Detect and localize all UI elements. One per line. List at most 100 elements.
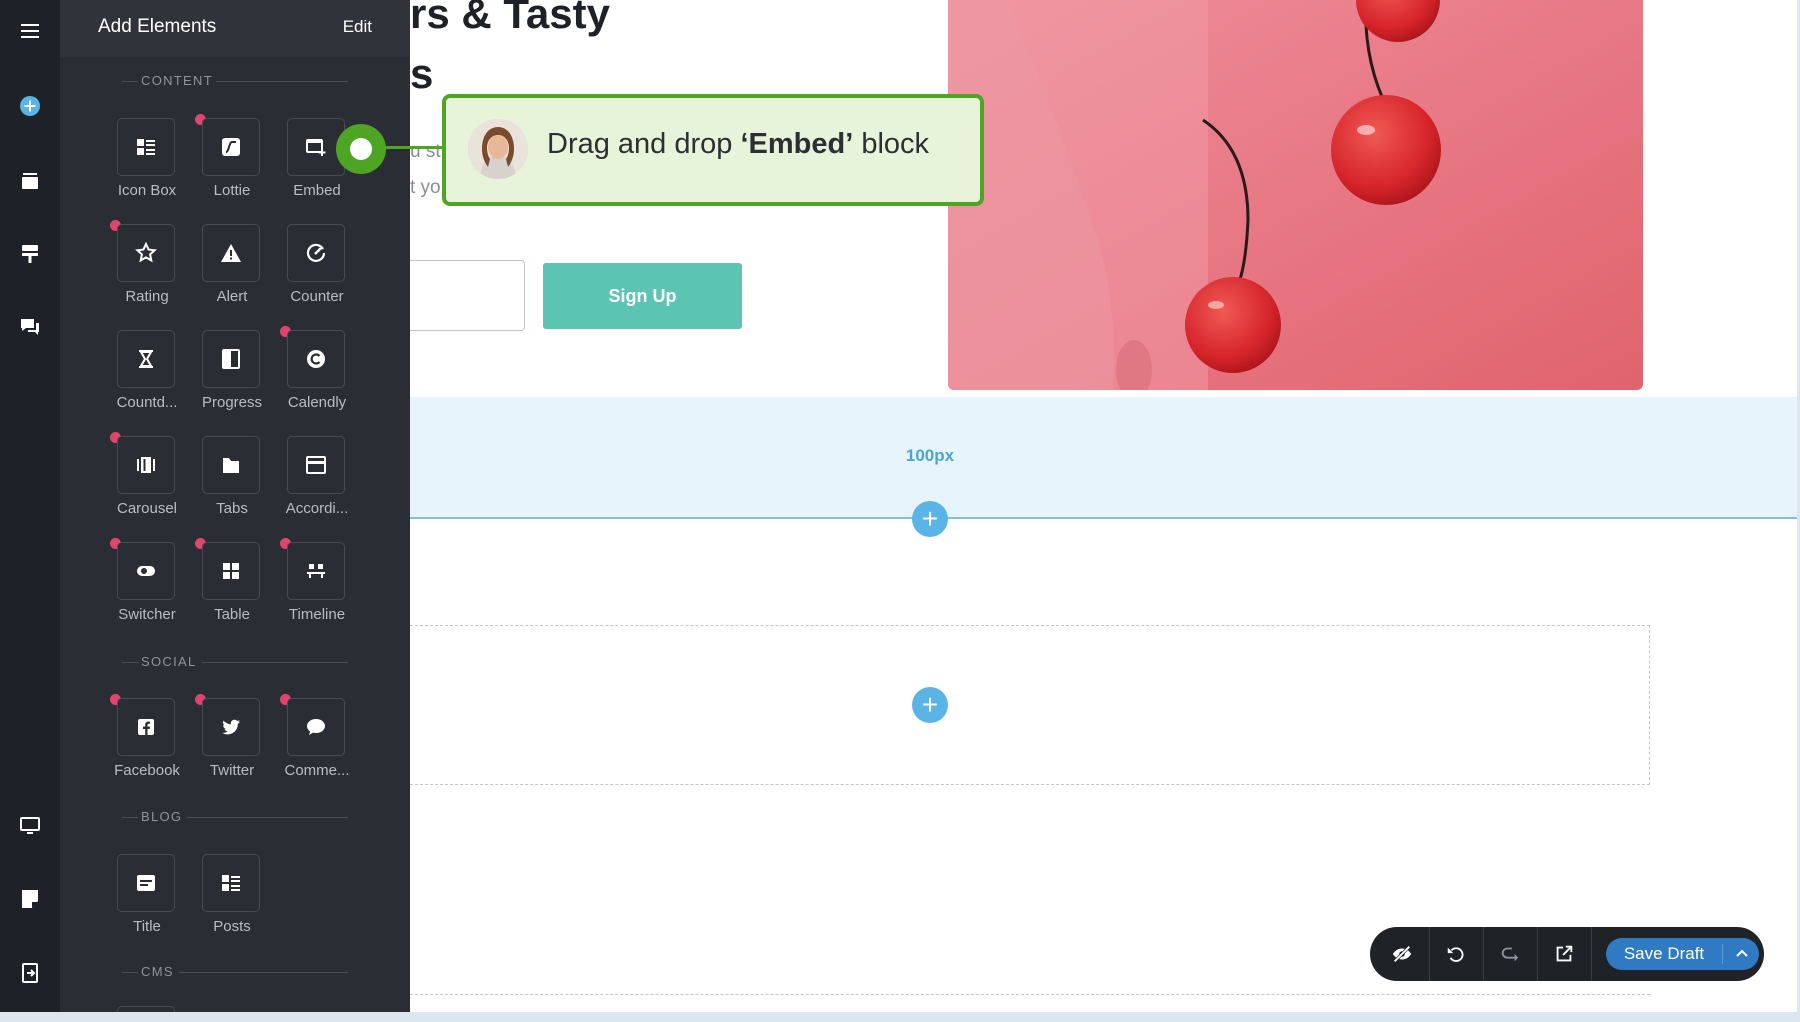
element-alert[interactable]: Alert <box>189 224 275 322</box>
spacer-height-label: 100px <box>905 446 955 465</box>
element-carousel[interactable]: Carousel <box>104 432 190 534</box>
element-label: Carousel <box>116 500 178 517</box>
section-label-social: SOCIAL <box>60 652 410 672</box>
element-label: Countd... <box>116 394 178 411</box>
section-label-blog: BLOG <box>60 807 410 827</box>
add-element-button[interactable]: + <box>912 687 948 723</box>
section-label-content: CONTENT <box>60 71 410 91</box>
element-comments[interactable]: Comme... <box>274 694 360 796</box>
section-label-cms: CMS <box>60 962 410 982</box>
panel-title: Add Elements <box>98 16 217 37</box>
element-countdown[interactable]: Countd... <box>104 330 190 428</box>
redo-icon <box>1501 947 1519 962</box>
element-label: Title <box>133 918 161 935</box>
warning-icon <box>221 244 241 262</box>
element-posts[interactable]: Posts <box>189 854 275 952</box>
element-title[interactable]: Title <box>104 854 190 952</box>
timeline-icon <box>307 564 325 578</box>
embed-icon <box>306 139 326 156</box>
toggle-icon <box>137 566 155 576</box>
undo-button[interactable] <box>1436 935 1476 973</box>
element-rating[interactable]: Rating <box>104 220 190 322</box>
element-label: Progress <box>201 394 263 411</box>
page-paragraph-line2: t yo <box>410 177 441 198</box>
page-heading-line1: rs & Tasty <box>410 0 610 37</box>
callout-instruction: Drag and drop ‘Embed’ block <box>547 128 930 160</box>
spacer-section[interactable] <box>410 397 1800 519</box>
element-tabs[interactable]: Tabs <box>189 436 275 534</box>
sign-up-button[interactable]: Sign Up <box>543 263 742 329</box>
design-button[interactable] <box>12 236 48 272</box>
undo-icon <box>1447 947 1464 962</box>
element-label: Accordi... <box>285 500 349 517</box>
left-rail <box>0 0 60 1012</box>
plus-icon: + <box>921 689 939 720</box>
element-label: Timeline <box>288 606 346 623</box>
exit-icon <box>22 963 38 983</box>
save-draft-button[interactable]: Save Draft <box>1606 938 1759 970</box>
element-label: Table <box>214 606 250 623</box>
element-label: Switcher <box>118 606 176 623</box>
element-twitter[interactable]: Twitter <box>189 694 275 796</box>
element-label: Facebook <box>114 762 180 779</box>
menu-button[interactable] <box>12 13 48 49</box>
element-label: Twitter <box>209 762 255 779</box>
element-timeline[interactable]: Timeline <box>274 538 360 640</box>
element-label: Posts <box>213 918 251 935</box>
add-section-button[interactable]: + <box>912 501 948 537</box>
page-paragraph-line1: u st <box>410 141 441 162</box>
element-label: Icon Box <box>117 182 177 199</box>
plus-circle-icon <box>20 96 40 116</box>
lottie-icon <box>222 138 240 156</box>
paint-roller-icon <box>22 245 38 263</box>
hamburger-icon <box>21 24 39 38</box>
comments-button[interactable] <box>12 309 48 345</box>
desktop-view-button[interactable] <box>12 808 48 844</box>
monitor-icon <box>20 817 40 834</box>
gauge-icon <box>306 243 326 262</box>
star-icon <box>135 241 157 263</box>
folder-tabs-icon <box>223 458 239 473</box>
facebook-icon <box>138 719 154 735</box>
twitter-icon <box>222 719 240 735</box>
element-progress[interactable]: Progress <box>189 330 275 428</box>
pages-button[interactable] <box>12 163 48 199</box>
notes-button[interactable] <box>12 881 48 917</box>
page-heading-line2: s <box>410 50 434 97</box>
title-icon <box>137 875 155 891</box>
empty-section-dropzone[interactable] <box>410 625 1650 785</box>
editor-screen: rs & Tasty s u st t yo Sign Up 100px + +… <box>0 0 1800 1022</box>
next-section-border <box>410 994 1650 995</box>
element-icon-box[interactable]: Icon Box <box>104 118 190 216</box>
accordion-icon <box>306 456 326 474</box>
carousel-icon <box>137 457 155 473</box>
panel-header: Add Elements Edit <box>60 0 410 57</box>
element-label: Calendly <box>287 394 347 411</box>
element-accordion[interactable]: Accordi... <box>274 436 360 534</box>
element-label: Alert <box>216 288 248 305</box>
email-input[interactable] <box>400 260 525 331</box>
tutorial-callout: Drag and drop ‘Embed’ block <box>442 94 984 206</box>
exit-button[interactable] <box>12 955 48 991</box>
add-elements-button[interactable] <box>12 88 48 124</box>
element-switcher[interactable]: Switcher <box>104 538 190 640</box>
element-label: Comme... <box>284 762 350 779</box>
element-lottie[interactable]: Lottie <box>189 114 275 216</box>
progress-icon <box>222 349 240 369</box>
preview-toggle-button[interactable] <box>1382 935 1422 973</box>
element-table[interactable]: Table <box>189 538 275 640</box>
element-calendly[interactable]: Calendly <box>274 326 360 428</box>
icon-box-icon <box>137 139 155 155</box>
element-label: Embed <box>293 182 341 199</box>
element-counter[interactable]: Counter <box>274 224 360 322</box>
external-link-icon <box>1556 945 1573 962</box>
eye-off-icon <box>1392 945 1412 963</box>
redo-button[interactable] <box>1490 935 1530 973</box>
element-label: Lottie <box>213 182 251 199</box>
edit-button[interactable]: Edit <box>343 17 372 37</box>
calendly-icon <box>307 350 325 368</box>
open-preview-button[interactable] <box>1544 935 1584 973</box>
element-facebook[interactable]: Facebook <box>104 694 190 796</box>
drag-target-hotspot[interactable] <box>336 124 386 174</box>
save-options-button[interactable] <box>1724 938 1759 970</box>
